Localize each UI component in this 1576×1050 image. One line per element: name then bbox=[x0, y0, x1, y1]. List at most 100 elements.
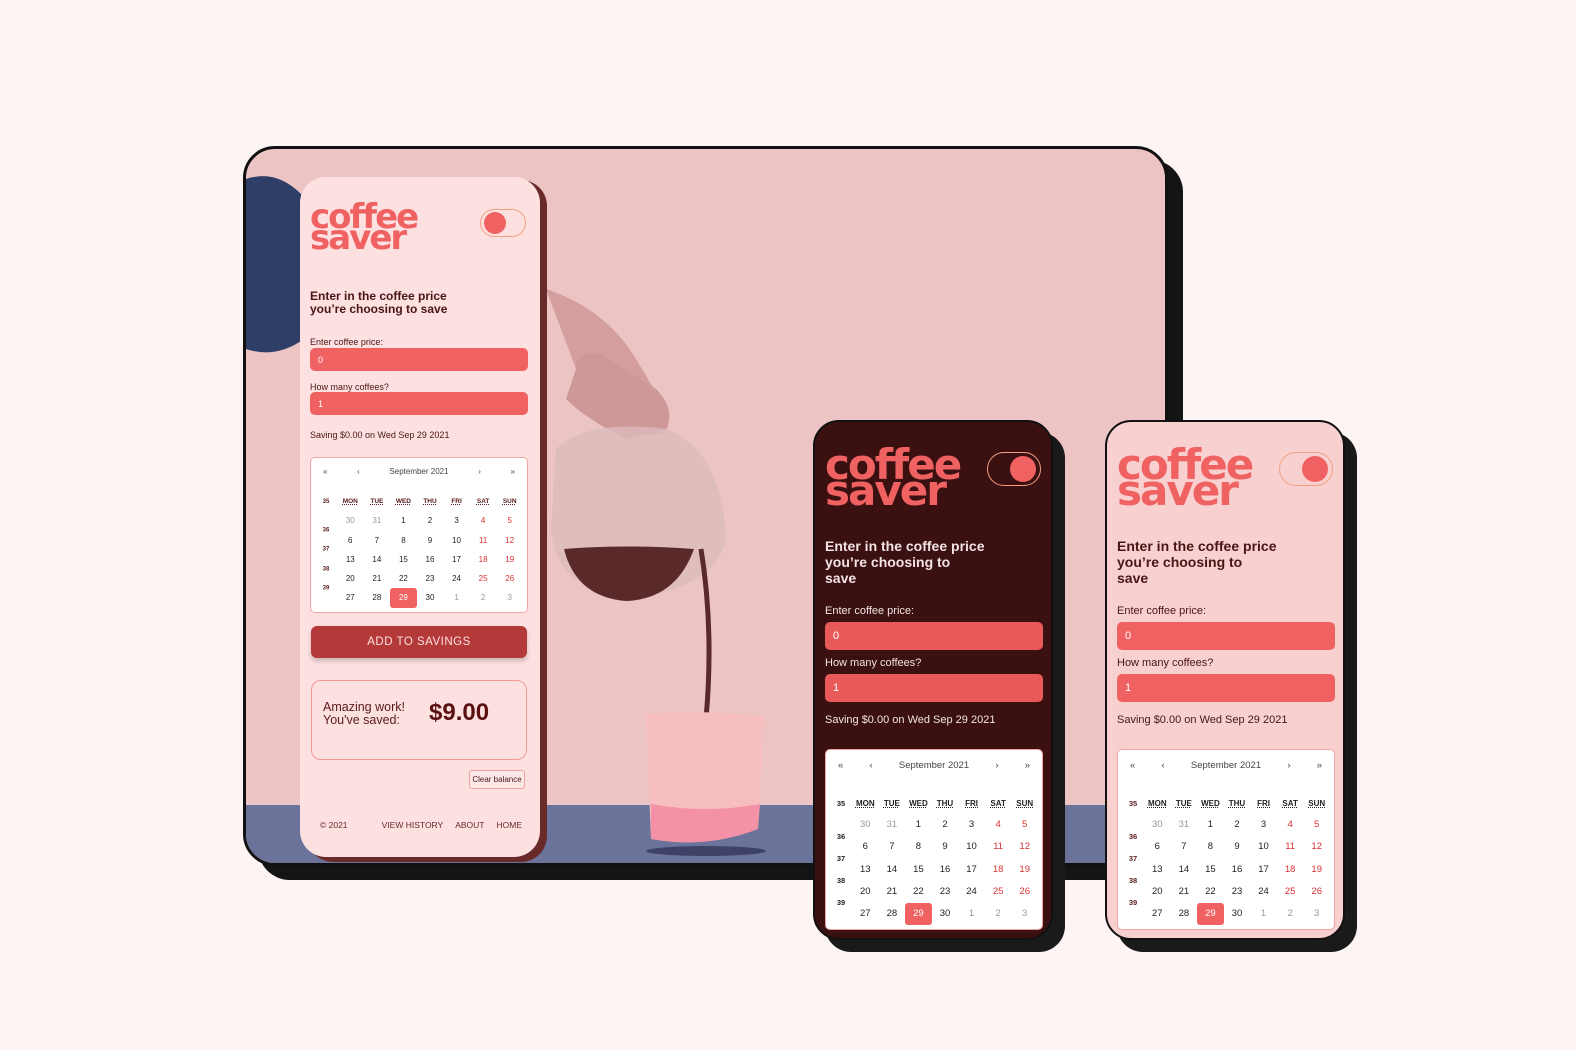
next-month-button[interactable]: › bbox=[1287, 760, 1290, 771]
calendar-month-label[interactable]: September 2021 bbox=[389, 467, 448, 476]
calendar-day[interactable]: 19 bbox=[496, 550, 523, 569]
calendar-day[interactable]: 4 bbox=[985, 814, 1012, 836]
prev-year-button[interactable]: « bbox=[838, 760, 843, 771]
calendar-month-label[interactable]: September 2021 bbox=[899, 760, 969, 771]
calendar-day[interactable]: 3 bbox=[958, 814, 985, 836]
prev-year-button[interactable]: « bbox=[1130, 760, 1135, 771]
calendar-day[interactable]: 10 bbox=[443, 531, 470, 550]
calendar-day[interactable]: 1 bbox=[958, 903, 985, 925]
calendar-day[interactable]: 18 bbox=[470, 550, 497, 569]
calendar-day[interactable]: 31 bbox=[879, 814, 906, 836]
calendar-day[interactable]: 13 bbox=[337, 550, 364, 569]
calendar-day[interactable]: 3 bbox=[443, 511, 470, 530]
next-year-button[interactable]: » bbox=[1025, 760, 1030, 771]
calendar-day[interactable]: 12 bbox=[496, 531, 523, 550]
calendar-day[interactable]: 9 bbox=[932, 836, 959, 858]
calendar-day[interactable]: 12 bbox=[1011, 836, 1038, 858]
calendar-day[interactable]: 29 bbox=[905, 902, 932, 926]
calendar-day[interactable]: 23 bbox=[932, 881, 959, 903]
calendar-day[interactable]: 1 bbox=[1250, 903, 1277, 925]
calendar-day[interactable]: 3 bbox=[1250, 814, 1277, 836]
prev-year-button[interactable]: « bbox=[323, 467, 327, 476]
calendar-day[interactable]: 23 bbox=[417, 569, 444, 588]
calendar-day[interactable]: 8 bbox=[1197, 836, 1224, 858]
calendar-day[interactable]: 30 bbox=[337, 511, 364, 530]
next-year-button[interactable]: » bbox=[511, 467, 515, 476]
footer-link[interactable]: VIEW HISTORY bbox=[382, 820, 444, 830]
calendar-day[interactable]: 25 bbox=[470, 569, 497, 588]
calendar-day[interactable]: 19 bbox=[1011, 859, 1038, 881]
coffee-count-input[interactable] bbox=[310, 392, 528, 415]
calendar-day[interactable]: 23 bbox=[1224, 881, 1251, 903]
calendar-day[interactable]: 20 bbox=[337, 569, 364, 588]
calendar-day[interactable]: 8 bbox=[905, 836, 932, 858]
calendar-day[interactable]: 18 bbox=[985, 859, 1012, 881]
calendar-day[interactable]: 27 bbox=[337, 588, 364, 607]
calendar-day[interactable]: 13 bbox=[852, 859, 879, 881]
calendar-day[interactable]: 15 bbox=[390, 550, 417, 569]
calendar-day[interactable]: 4 bbox=[1277, 814, 1304, 836]
calendar-day[interactable]: 27 bbox=[852, 903, 879, 925]
calendar-day[interactable]: 7 bbox=[879, 836, 906, 858]
calendar-day[interactable]: 10 bbox=[958, 836, 985, 858]
calendar-day[interactable]: 16 bbox=[417, 550, 444, 569]
calendar-day[interactable]: 25 bbox=[1277, 881, 1304, 903]
calendar-day[interactable]: 21 bbox=[364, 569, 391, 588]
calendar-day[interactable]: 10 bbox=[1250, 836, 1277, 858]
calendar-day[interactable]: 2 bbox=[470, 588, 497, 607]
theme-toggle[interactable] bbox=[480, 209, 526, 237]
next-year-button[interactable]: » bbox=[1317, 760, 1322, 771]
calendar-day[interactable]: 21 bbox=[879, 881, 906, 903]
calendar-day[interactable]: 4 bbox=[470, 511, 497, 530]
add-to-savings-button[interactable]: ADD TO SAVINGS bbox=[311, 626, 527, 658]
calendar-day[interactable]: 5 bbox=[496, 511, 523, 530]
calendar-day[interactable]: 16 bbox=[932, 859, 959, 881]
calendar-day[interactable]: 3 bbox=[1303, 903, 1330, 925]
calendar-day[interactable]: 14 bbox=[1171, 859, 1198, 881]
calendar-day[interactable]: 24 bbox=[958, 881, 985, 903]
calendar-day[interactable]: 15 bbox=[905, 859, 932, 881]
coffee-count-input[interactable] bbox=[1117, 674, 1335, 702]
prev-month-button[interactable]: ‹ bbox=[357, 467, 360, 476]
calendar-day[interactable]: 17 bbox=[443, 550, 470, 569]
calendar-day[interactable]: 6 bbox=[337, 531, 364, 550]
calendar-day[interactable]: 31 bbox=[1171, 814, 1198, 836]
calendar-day[interactable]: 7 bbox=[1171, 836, 1198, 858]
prev-month-button[interactable]: ‹ bbox=[1162, 760, 1165, 771]
coffee-price-input[interactable] bbox=[1117, 622, 1335, 650]
calendar-day[interactable]: 28 bbox=[364, 588, 391, 607]
next-month-button[interactable]: › bbox=[478, 467, 481, 476]
calendar-day[interactable]: 5 bbox=[1303, 814, 1330, 836]
calendar-day[interactable]: 3 bbox=[496, 588, 523, 607]
calendar-day[interactable]: 2 bbox=[1224, 814, 1251, 836]
theme-toggle[interactable] bbox=[1279, 452, 1333, 486]
calendar-day[interactable]: 15 bbox=[1197, 859, 1224, 881]
calendar-day[interactable]: 1 bbox=[1197, 814, 1224, 836]
calendar-day[interactable]: 17 bbox=[958, 859, 985, 881]
calendar-day[interactable]: 21 bbox=[1171, 881, 1198, 903]
calendar-day[interactable]: 13 bbox=[1144, 859, 1171, 881]
calendar-day[interactable]: 26 bbox=[1011, 881, 1038, 903]
calendar-day[interactable]: 25 bbox=[985, 881, 1012, 903]
calendar-day[interactable]: 22 bbox=[905, 881, 932, 903]
calendar-day[interactable]: 22 bbox=[1197, 881, 1224, 903]
theme-toggle[interactable] bbox=[987, 452, 1041, 486]
calendar-day[interactable]: 1 bbox=[905, 814, 932, 836]
calendar-day[interactable]: 18 bbox=[1277, 859, 1304, 881]
calendar-day[interactable]: 2 bbox=[417, 511, 444, 530]
calendar-day[interactable]: 2 bbox=[985, 903, 1012, 925]
calendar-day[interactable]: 17 bbox=[1250, 859, 1277, 881]
calendar-day[interactable]: 2 bbox=[932, 814, 959, 836]
calendar-day[interactable]: 29 bbox=[1197, 902, 1224, 926]
next-month-button[interactable]: › bbox=[995, 760, 998, 771]
calendar-day[interactable]: 7 bbox=[364, 531, 391, 550]
clear-balance-button[interactable]: Clear balance bbox=[469, 770, 525, 789]
calendar-day[interactable]: 11 bbox=[985, 836, 1012, 858]
coffee-count-input[interactable] bbox=[825, 674, 1043, 702]
calendar-day[interactable]: 19 bbox=[1303, 859, 1330, 881]
calendar-day[interactable]: 20 bbox=[852, 881, 879, 903]
calendar-day[interactable]: 24 bbox=[443, 569, 470, 588]
calendar-day[interactable]: 30 bbox=[852, 814, 879, 836]
calendar-day[interactable]: 14 bbox=[364, 550, 391, 569]
calendar-day[interactable]: 26 bbox=[496, 569, 523, 588]
